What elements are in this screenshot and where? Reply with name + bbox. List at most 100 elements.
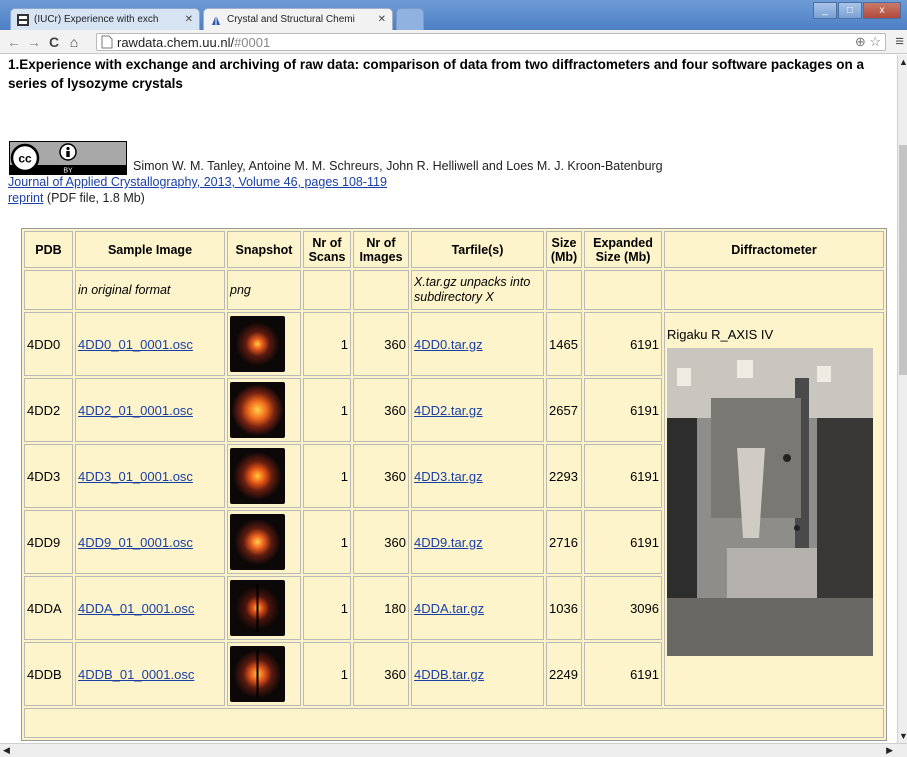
size-value: 2249 (546, 642, 582, 706)
star-icon[interactable]: ☆ (869, 34, 881, 49)
sample-image-link[interactable]: 4DDB_01_0001.osc (78, 667, 194, 682)
sample-image-cell: 4DD3_01_0001.osc (75, 444, 225, 508)
cc-by-icon: cc BY (10, 142, 126, 175)
sample-image-link[interactable]: 4DD3_01_0001.osc (78, 469, 193, 484)
images-count: 360 (353, 378, 409, 442)
crystal-favicon-icon (212, 14, 220, 25)
forward-icon[interactable]: → (24, 34, 44, 50)
scroll-up-icon[interactable]: ▲ (899, 57, 907, 67)
maximize-button[interactable]: □ (838, 2, 862, 19)
diffraction-snapshot-image[interactable] (230, 514, 285, 570)
vertical-scroll-thumb[interactable] (899, 145, 907, 375)
images-count: 360 (353, 312, 409, 376)
reprint-note: (PDF file, 1.8 Mb) (43, 191, 145, 205)
diffractometer-photo (667, 348, 873, 656)
snapshot-cell (227, 642, 301, 706)
pdb-id: 4DDB (24, 642, 73, 706)
tarfile-link[interactable]: 4DD0.tar.gz (414, 337, 483, 352)
tab-close-icon[interactable]: ✕ (378, 14, 386, 25)
sample-image-cell: 4DDA_01_0001.osc (75, 576, 225, 640)
subheader-empty (24, 270, 73, 310)
diffraction-snapshot-image[interactable] (230, 448, 285, 504)
sample-image-cell: 4DDB_01_0001.osc (75, 642, 225, 706)
scans-count: 1 (303, 312, 351, 376)
address-bar[interactable]: rawdata.chem.uu.nl/ #0001 ⊕ ☆ (96, 33, 886, 51)
vertical-scrollbar[interactable]: ▲ ▼ (897, 55, 907, 743)
tarfile-cell: 4DD9.tar.gz (411, 510, 544, 574)
tarfile-link[interactable]: 4DD2.tar.gz (414, 403, 483, 418)
header-images: Nr of Images (353, 231, 409, 268)
diffractometer-name: Rigaku R_AXIS IV (667, 327, 774, 342)
tarfile-cell: 4DD0.tar.gz (411, 312, 544, 376)
cc-text: cc (18, 152, 32, 166)
tarfile-cell: 4DDA.tar.gz (411, 576, 544, 640)
zoom-icon[interactable]: ⊕ (855, 34, 866, 49)
images-count: 360 (353, 444, 409, 508)
reprint-link[interactable]: reprint (8, 191, 43, 205)
expanded-size-value: 6191 (584, 444, 662, 508)
tarfile-link[interactable]: 4DDB.tar.gz (414, 667, 484, 682)
scans-count: 1 (303, 576, 351, 640)
scroll-right-icon[interactable]: ▶ (886, 745, 893, 756)
sample-image-cell: 4DD2_01_0001.osc (75, 378, 225, 442)
journal-link[interactable]: Journal of Applied Crystallography, 2013… (8, 175, 387, 189)
subheader-empty (584, 270, 662, 310)
tab-crystal[interactable]: Crystal and Structural Chemi ✕ (203, 8, 393, 30)
pdb-id: 4DD2 (24, 378, 73, 442)
header-expanded-size: Expanded Size (Mb) (584, 231, 662, 268)
pdb-id: 4DD3 (24, 444, 73, 508)
subheader-empty (353, 270, 409, 310)
scans-count: 1 (303, 642, 351, 706)
horizontal-scrollbar[interactable]: ◀ ▶ (0, 743, 907, 757)
window-titlebar: (IUCr) Experience with exch ✕ Crystal an… (0, 0, 907, 30)
scroll-down-icon[interactable]: ▼ (899, 731, 907, 741)
subheader-empty (303, 270, 351, 310)
home-icon[interactable]: ⌂ (64, 34, 84, 50)
header-diffractometer: Diffractometer (664, 231, 884, 268)
header-scans: Nr of Scans (303, 231, 351, 268)
page-icon (101, 35, 113, 49)
snapshot-cell (227, 576, 301, 640)
tab-iucr[interactable]: (IUCr) Experience with exch ✕ (10, 8, 200, 30)
scroll-left-icon[interactable]: ◀ (3, 745, 10, 756)
authors: Simon W. M. Tanley, Antoine M. M. Schreu… (133, 159, 663, 173)
table-row-partial (24, 708, 884, 738)
table-row: 4DD0 4DD0_01_0001.osc 1 360 4DD0.tar.gz … (24, 312, 884, 706)
menu-icon[interactable]: ≡ (895, 33, 904, 50)
reprint-line: reprint (PDF file, 1.8 Mb) (8, 191, 145, 205)
pdb-id: 4DDA (24, 576, 73, 640)
diffraction-snapshot-image[interactable] (230, 316, 285, 372)
cc-by-license-badge[interactable]: cc BY (9, 141, 127, 175)
by-text: BY (63, 168, 73, 175)
new-tab-button[interactable] (396, 8, 424, 30)
sample-image-link[interactable]: 4DD0_01_0001.osc (78, 337, 193, 352)
images-count: 180 (353, 576, 409, 640)
reload-icon[interactable]: C (44, 34, 64, 50)
sample-image-link[interactable]: 4DD9_01_0001.osc (78, 535, 193, 550)
sample-image-link[interactable]: 4DD2_01_0001.osc (78, 403, 193, 418)
window-controls: _ □ x (813, 2, 901, 19)
header-snapshot: Snapshot (227, 231, 301, 268)
omnibox-actions: ⊕ ☆ (855, 34, 881, 50)
tarfile-cell: 4DDB.tar.gz (411, 642, 544, 706)
minimize-button[interactable]: _ (813, 2, 837, 19)
back-icon[interactable]: ← (4, 34, 24, 50)
diffraction-snapshot-image[interactable] (230, 646, 285, 702)
tarfile-link[interactable]: 4DD3.tar.gz (414, 469, 483, 484)
tarfile-cell: 4DD3.tar.gz (411, 444, 544, 508)
header-tarfile: Tarfile(s) (411, 231, 544, 268)
tab-close-icon[interactable]: ✕ (185, 14, 193, 25)
next-section-cell (24, 708, 884, 738)
diffraction-snapshot-image[interactable] (230, 580, 285, 636)
tab-label: Crystal and Structural Chemi (227, 14, 355, 25)
tarfile-link[interactable]: 4DD9.tar.gz (414, 535, 483, 550)
expanded-size-value: 3096 (584, 576, 662, 640)
tarfile-link[interactable]: 4DDA.tar.gz (414, 601, 484, 616)
snapshot-cell (227, 510, 301, 574)
diffractometer-cell: Rigaku R_AXIS IV (664, 312, 884, 706)
close-button[interactable]: x (863, 2, 901, 19)
page-content: 1.Experience with exchange and archiving… (0, 55, 897, 743)
tab-label: (IUCr) Experience with exch (34, 14, 159, 25)
sample-image-link[interactable]: 4DDA_01_0001.osc (78, 601, 194, 616)
diffraction-snapshot-image[interactable] (230, 382, 285, 438)
